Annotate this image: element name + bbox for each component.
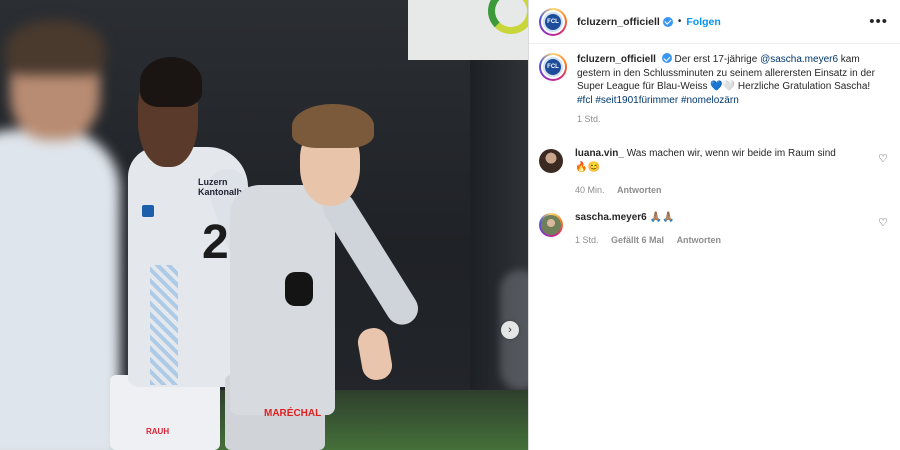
avatar[interactable]: FCL — [539, 7, 567, 36]
comment-username[interactable]: sascha.meyer6 — [575, 212, 647, 223]
glove — [285, 272, 313, 306]
verified-badge-icon — [662, 16, 673, 27]
comment-text: 🙏🏽🙏🏽 — [649, 211, 675, 223]
avatar[interactable] — [539, 212, 563, 237]
heart-emoji-icon: 💙🤍 — [710, 81, 736, 92]
stadium-board — [408, 0, 528, 60]
heart-outline-icon[interactable]: ♡ — [878, 152, 888, 165]
shorts-sponsor-right: MARÉCHAL — [264, 408, 322, 419]
club-logo: FCL — [543, 11, 563, 32]
post-header: FCL fcluzern_officiell • Folgen ••• — [529, 0, 900, 44]
likes-count[interactable]: Gefällt 6 Mal — [611, 235, 664, 245]
caption-timestamp[interactable]: 1 Std. — [577, 113, 886, 127]
hashtag-seit1901[interactable]: #seit1901fürimmer — [595, 95, 678, 106]
comment-username[interactable]: luana.vin_ — [575, 148, 624, 159]
shorts-sponsor: RAUH — [146, 427, 170, 436]
post-sidebar: FCL fcluzern_officiell • Folgen ••• FCL … — [528, 0, 900, 450]
follow-button[interactable]: Folgen — [686, 16, 720, 28]
chevron-right-icon[interactable]: › — [501, 321, 519, 339]
heart-outline-icon[interactable]: ♡ — [878, 216, 888, 229]
caption: FCL fcluzern_officiell Der erst 17-jähri… — [529, 44, 900, 127]
comment-timestamp[interactable]: 40 Min. — [575, 185, 605, 195]
club-logo: FCL — [543, 57, 563, 77]
caption-text-1: Der erst 17-jährige — [674, 54, 761, 65]
avatar[interactable] — [539, 148, 563, 173]
instagram-post-view: Luzern Kantonalbank 21 RAUH MARÉCHAL › F… — [0, 0, 900, 450]
caption-avatar[interactable]: FCL — [539, 53, 567, 81]
post-photo[interactable]: Luzern Kantonalbank 21 RAUH MARÉCHAL › — [0, 0, 528, 450]
reply-button[interactable]: Antworten — [677, 235, 722, 245]
header-username[interactable]: fcluzern_officiell — [577, 16, 660, 28]
hashtag-fcl[interactable]: #fcl — [577, 95, 593, 106]
club-badge — [142, 205, 154, 217]
reply-button[interactable]: Antworten — [617, 185, 662, 195]
verified-badge-icon — [661, 53, 672, 63]
separator-dot: • — [677, 16, 682, 27]
comment-item: luana.vin_ Was machen wir, wenn wir beid… — [529, 147, 900, 197]
caption-username[interactable]: fcluzern_officiell — [577, 54, 656, 65]
player-young: MARÉCHAL — [220, 100, 425, 450]
more-options-icon[interactable]: ••• — [869, 14, 888, 29]
comment-item: sascha.meyer6 🙏🏽🙏🏽 1 Std. Gefällt 6 Mal … — [529, 211, 900, 247]
hashtag-nomelozarn[interactable]: #nomelozärn — [681, 95, 739, 106]
mention-link[interactable]: @sascha.meyer6 — [760, 54, 838, 65]
comment-timestamp[interactable]: 1 Std. — [575, 235, 599, 245]
caption-text-3: Herzliche Gratulation Sascha! — [735, 81, 871, 92]
